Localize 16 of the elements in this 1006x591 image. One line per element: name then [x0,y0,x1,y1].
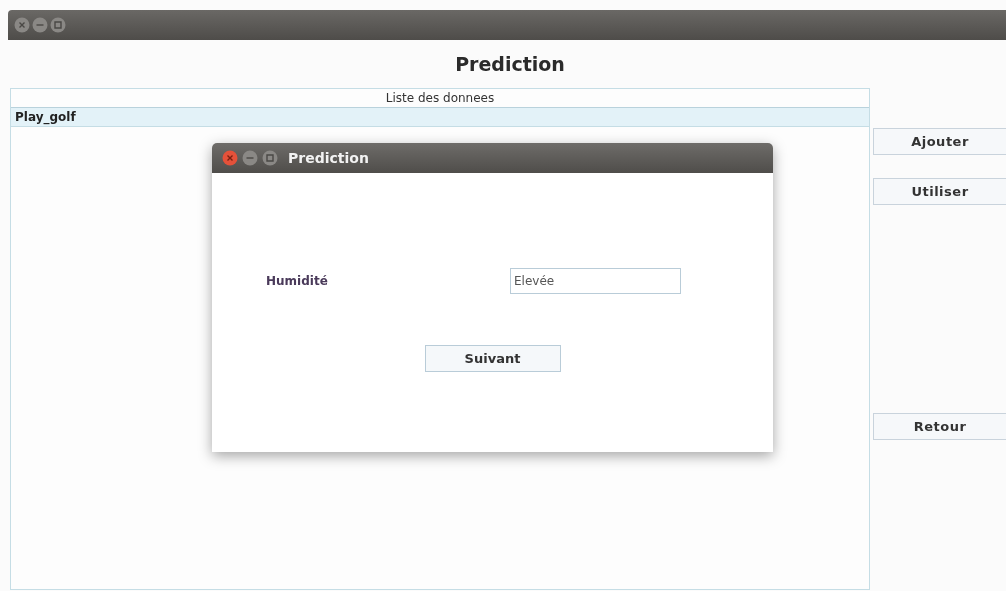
input-field[interactable]: Elevée [510,268,681,294]
maximize-icon[interactable] [262,150,278,166]
close-icon[interactable] [222,150,238,166]
maximize-icon[interactable] [50,17,66,33]
side-button[interactable]: Utiliser [873,178,1006,205]
close-icon[interactable] [14,17,30,33]
table-row[interactable]: Play_golf [11,108,869,127]
minimize-icon[interactable] [242,150,258,166]
minimize-icon[interactable] [32,17,48,33]
window-title: Prediction [454,53,565,75]
field-label: Humidité [266,274,329,288]
column-header: Liste des donnees [385,91,495,105]
side-button[interactable]: Retour [873,413,1006,440]
side-button[interactable]: Ajouter [873,128,1006,155]
next-button[interactable]: Suivant [424,345,561,372]
dialog-title: Prediction [288,150,369,166]
